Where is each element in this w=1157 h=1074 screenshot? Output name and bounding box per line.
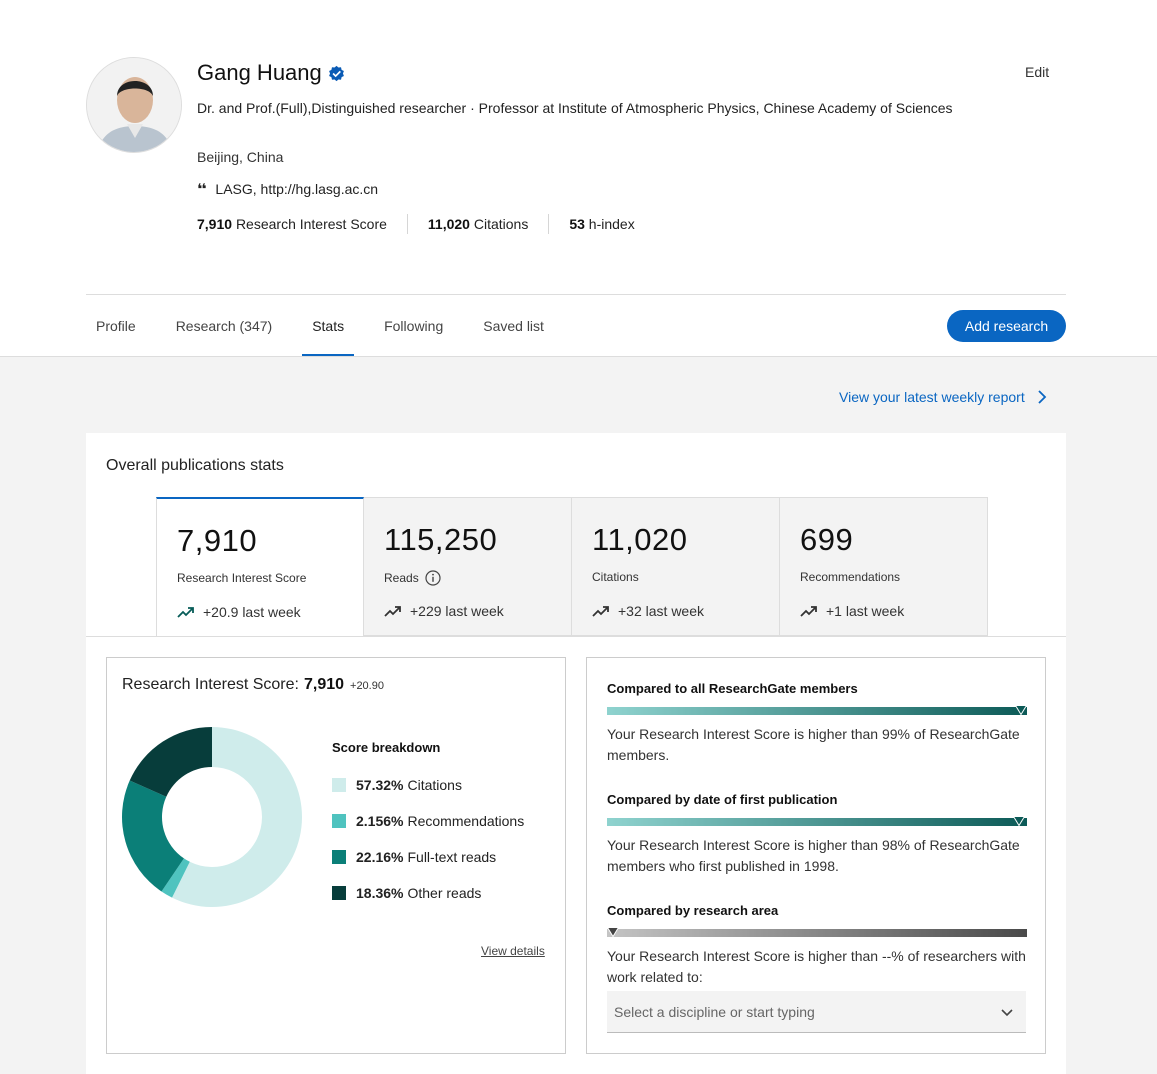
profile-metrics: 7,910 Research Interest Score 11,020 Cit… [197,214,655,234]
tab-stats[interactable]: Stats [302,296,355,356]
edit-profile-link[interactable]: Edit [1025,64,1049,80]
stat-label: Research Interest Score [177,571,307,585]
trend-up-icon [384,606,401,617]
add-research-button[interactable]: Add research [947,310,1066,342]
trend-up-icon [800,606,817,617]
trend-up-icon [592,606,609,617]
profile-location: Beijing, China [197,149,284,165]
comparison-title: Compared to all ResearchGate members [607,681,858,696]
profile-headline: Dr. and Prof.(Full),Distinguished resear… [197,100,953,116]
comparison-research-area: Compared by research area Your Research … [607,903,1027,988]
stat-cards-baseline [86,636,1066,637]
avatar-photo [87,58,181,152]
stat-delta: +20.9 last week [177,604,301,620]
metric-citations: 11,020 Citations [406,214,548,234]
tab-saved-list[interactable]: Saved list [473,296,554,356]
profile-tabs: Profile Research (347) Stats Following S… [86,296,574,356]
info-icon[interactable] [425,570,441,586]
comparison-all-members: Compared to all ResearchGate members You… [607,681,1027,766]
comparison-first-publication: Compared by date of first publication Yo… [607,792,1027,877]
percentile-marker-icon [1012,816,1025,826]
comparison-title: Compared by research area [607,903,779,918]
discipline-select[interactable]: Select a discipline or start typing [607,991,1026,1033]
percentile-bar [607,816,1027,826]
comparison-text: Your Research Interest Score is higher t… [607,948,1026,985]
stat-card-citations[interactable]: 11,020 Citations +32 last week [572,497,780,636]
profile-affiliation: ❛❛ LASG, http://hg.lasg.ac.cn [197,180,378,198]
score-donut-chart [122,727,302,907]
stat-value: 11,020 [592,522,688,557]
stat-label: Reads [384,570,441,586]
percentile-marker-icon [607,927,619,937]
profile-name: Gang Huang [197,60,322,85]
affiliation-text: LASG, http://hg.lasg.ac.cn [215,181,379,197]
trend-up-icon [177,607,194,618]
ris-title: Research Interest Score: 7,910 +20.90 [122,676,384,693]
stat-delta: +32 last week [592,603,704,619]
metric-ris: 7,910 Research Interest Score [197,216,387,232]
weekly-report-label: View your latest weekly report [839,389,1025,405]
discipline-placeholder: Select a discipline or start typing [614,1004,815,1020]
stat-label: Recommendations [800,570,901,584]
weekly-report-link[interactable]: View your latest weekly report [839,389,1047,405]
header-divider [86,294,1066,295]
score-breakdown-title: Score breakdown [332,740,441,755]
chevron-down-icon [1001,1009,1013,1017]
stat-card-reads[interactable]: 115,250 Reads +229 last week [364,497,572,636]
percentile-bar [607,705,1027,715]
legend-swatch [332,886,346,900]
legend-swatch [332,778,346,792]
stat-label: Citations [592,570,639,584]
metric-h-index: 53 h-index [548,214,654,234]
chevron-right-icon [1038,390,1046,404]
avatar[interactable] [86,57,182,153]
comparison-title: Compared by date of first publication [607,792,838,807]
stat-delta: +1 last week [800,603,904,619]
stat-card-ris[interactable]: 7,910 Research Interest Score +20.9 last… [156,497,364,636]
legend-other-reads: 18.36% Other reads [332,875,524,911]
tab-profile[interactable]: Profile [86,296,146,356]
comparison-text: Your Research Interest Score is higher t… [607,726,1020,763]
quote-icon: ❛❛ [197,181,206,198]
percentile-bar [607,927,1027,937]
verified-badge-icon [328,65,344,81]
stat-value: 699 [800,522,854,557]
stat-value: 115,250 [384,522,498,557]
stat-card-recommendations[interactable]: 699 Recommendations +1 last week [780,497,988,636]
overall-stats-panel: Overall publications stats 7,910 Researc… [86,433,1066,1074]
stat-cards: 7,910 Research Interest Score +20.9 last… [156,497,988,636]
legend-recommendations: 2.156% Recommendations [332,803,524,839]
legend-swatch [332,814,346,828]
ris-breakdown-card: Research Interest Score: 7,910 +20.90 Scor… [106,657,566,1054]
profile-header: Gang Huang Edit Dr. and Prof.(Full),Dist… [0,0,1157,357]
percentile-marker-icon [1015,705,1027,715]
score-breakdown: Score breakdown 57.32% Citations 2.156% Re… [332,740,524,911]
stat-delta: +229 last week [384,603,504,619]
ris-comparison-card: Compared to all ResearchGate members You… [586,657,1046,1054]
tab-following[interactable]: Following [374,296,453,356]
comparison-text: Your Research Interest Score is higher t… [607,837,1020,874]
legend-swatch [332,850,346,864]
legend-full-text-reads: 22.16% Full-text reads [332,839,524,875]
overall-stats-title: Overall publications stats [106,457,284,474]
tab-research[interactable]: Research (347) [166,296,283,356]
legend-citations: 57.32% Citations [332,767,524,803]
view-details-link[interactable]: View details [481,944,545,958]
stat-value: 7,910 [177,523,258,558]
